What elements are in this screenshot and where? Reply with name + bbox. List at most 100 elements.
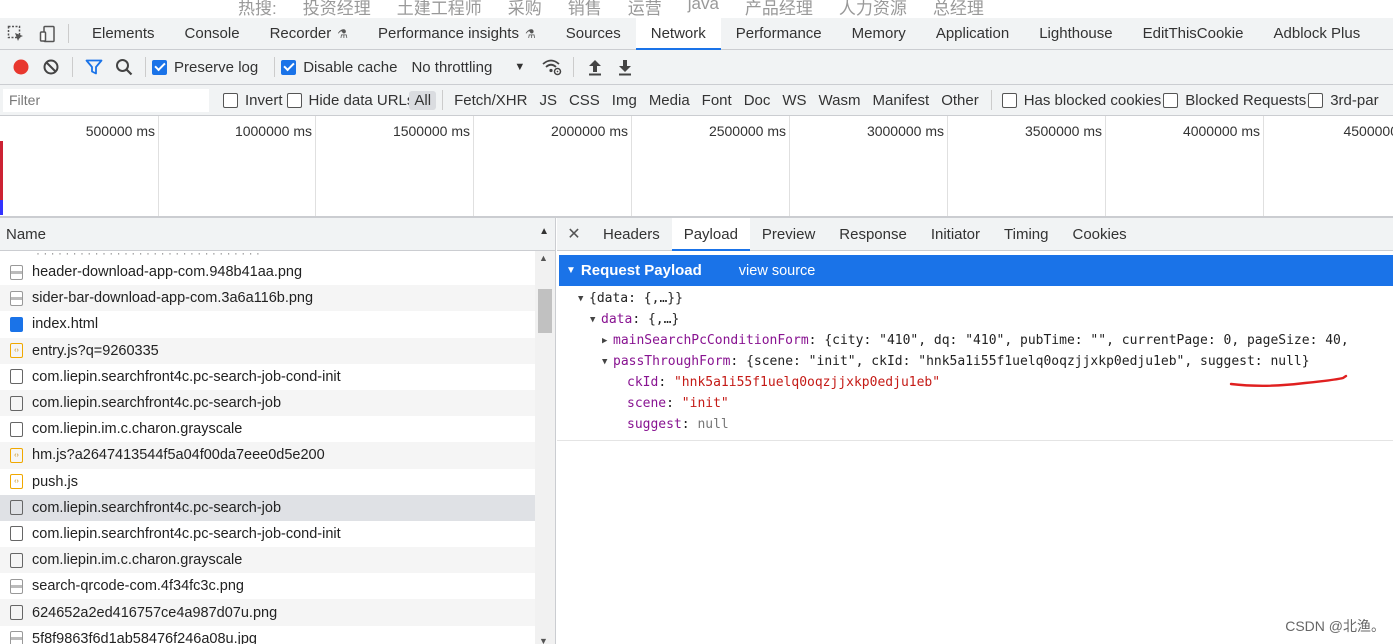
type-filter-img[interactable]: Img	[607, 91, 642, 110]
filter-toggle-button[interactable]	[79, 53, 109, 81]
request-name: hm.js?a2647413544f5a04f00da7eee0d5e200	[32, 447, 325, 464]
request-row[interactable]: ‹› push.js	[0, 468, 535, 495]
type-filter-font[interactable]: Font	[697, 91, 737, 110]
disable-cache-checkbox[interactable]: Disable cache	[281, 59, 397, 76]
record-button[interactable]	[6, 53, 36, 81]
type-filter-media[interactable]: Media	[644, 91, 695, 110]
type-filter-other[interactable]: Other	[936, 91, 984, 110]
preserve-log-checkbox[interactable]: Preserve log	[152, 59, 258, 76]
tree-suggest-row[interactable]: suggest: null	[557, 414, 1393, 435]
throttling-select[interactable]: No throttling ▼	[411, 59, 525, 76]
tab-label: Performance	[735, 25, 822, 42]
tab-adblock-plus[interactable]: Adblock Plus	[1259, 18, 1376, 49]
tab-console[interactable]: Console	[170, 18, 255, 49]
type-filter-all[interactable]: All	[409, 90, 437, 110]
request-row[interactable]: 5f8f9863f6d1ab58476f246a08u.jpg	[0, 625, 535, 644]
tab-memory[interactable]: Memory	[837, 18, 921, 49]
hot-search-item[interactable]: 销售	[568, 0, 602, 18]
tab-performance[interactable]: Performance	[721, 18, 837, 49]
blocked-requests-checkbox[interactable]: Blocked Requests	[1163, 92, 1306, 109]
tree-data-row[interactable]: ▼ data: {,…}	[557, 309, 1393, 330]
request-row[interactable]: header-download-app-com.948b41aa.png	[0, 259, 535, 286]
request-row[interactable]: com.liepin.searchfront4c.pc-search-job	[0, 494, 535, 521]
tab-application[interactable]: Application	[921, 18, 1024, 49]
scrollbar-thumb[interactable]	[538, 289, 552, 333]
third-party-checkbox[interactable]: 3rd-par	[1308, 92, 1379, 109]
request-row[interactable]: com.liepin.searchfront4c.pc-search-job	[0, 389, 535, 417]
request-payload-header[interactable]: ▼ Request Payload view source	[559, 255, 1393, 286]
tree-root-row[interactable]: ▼ {data: {,…}}	[557, 288, 1393, 309]
filter-input[interactable]	[3, 88, 209, 112]
type-filter-css[interactable]: CSS	[564, 91, 605, 110]
request-list-scrollbar[interactable]: ▲ ▼	[535, 251, 555, 644]
detail-tab-cookies[interactable]: Cookies	[1060, 218, 1138, 250]
detail-tab-preview[interactable]: Preview	[750, 218, 827, 250]
hot-search-item[interactable]: 人力资源	[839, 0, 907, 18]
detail-tab-initiator[interactable]: Initiator	[919, 218, 992, 250]
hot-search-item[interactable]: java	[688, 0, 719, 18]
type-filter-doc[interactable]: Doc	[739, 91, 776, 110]
tree-colon: :	[681, 417, 698, 432]
request-row[interactable]: index.html	[0, 311, 535, 338]
request-row[interactable]: 624652a2ed416757ce4a987d07u.png	[0, 599, 535, 626]
hot-search-item[interactable]: 土建工程师	[397, 0, 482, 18]
detail-tab-payload[interactable]: Payload	[671, 218, 751, 251]
tab-elements[interactable]: Elements	[77, 18, 170, 49]
detail-tab-response[interactable]: Response	[827, 218, 919, 250]
tab-label: Elements	[92, 25, 155, 42]
scroll-down-arrow-icon[interactable]: ▼	[539, 636, 548, 644]
network-overview-timeline[interactable]: 500000 ms 1000000 ms 1500000 ms 2000000 ms 2…	[0, 116, 1393, 218]
request-row[interactable]: com.liepin.searchfront4c.pc-search-job-c…	[0, 520, 535, 548]
tree-scene-row[interactable]: scene: "init"	[557, 393, 1393, 414]
hot-search-item[interactable]: 运营	[628, 0, 662, 18]
request-row[interactable]: ‹› hm.js?a2647413544f5a04f00da7eee0d5e200	[0, 442, 535, 469]
has-blocked-cookies-label: Has blocked cookies	[1023, 91, 1162, 109]
type-filter-wasm[interactable]: Wasm	[814, 91, 866, 110]
name-column-header[interactable]: Name ▲	[0, 218, 555, 251]
clear-button[interactable]	[36, 53, 66, 81]
tab-performance-insights[interactable]: Performance insights ⚗	[363, 18, 551, 49]
generic-file-icon	[10, 552, 23, 568]
request-row[interactable]: com.liepin.im.c.charon.grayscale	[0, 416, 535, 443]
request-name: com.liepin.searchfront4c.pc-search-job	[32, 395, 282, 412]
detail-tab-headers[interactable]: Headers	[591, 218, 672, 250]
hot-search-item[interactable]: 采购	[508, 0, 542, 18]
tree-ptf-summary: {scene: "init", ckId: "hnk5a1i55f1uelq0o…	[746, 354, 1310, 369]
tree-msf-row[interactable]: ▶ mainSearchPcConditionForm: {city: "410…	[557, 330, 1393, 351]
tab-sources[interactable]: Sources	[551, 18, 636, 49]
import-har-button[interactable]	[580, 53, 610, 81]
tab-network[interactable]: Network	[635, 18, 721, 50]
hot-search-item[interactable]: 总经理	[933, 0, 984, 18]
checkbox-checked-icon	[281, 59, 297, 75]
type-filter-fetch-xhr[interactable]: Fetch/XHR	[449, 91, 532, 110]
request-row[interactable]: sider-bar-download-app-com.3a6a116b.png	[0, 285, 535, 312]
request-row[interactable]: com.liepin.searchfront4c.pc-search-job-c…	[0, 363, 535, 390]
hot-search-item[interactable]: 产品经理	[745, 0, 813, 18]
export-har-button[interactable]	[610, 53, 640, 81]
detail-tab-timing[interactable]: Timing	[992, 218, 1060, 250]
request-row[interactable]: com.liepin.im.c.charon.grayscale	[0, 547, 535, 574]
tab-lighthouse[interactable]: Lighthouse	[1024, 18, 1127, 49]
type-filter-js[interactable]: JS	[534, 91, 562, 110]
tab-editthiscookie[interactable]: EditThisCookie	[1128, 18, 1259, 49]
network-conditions-button[interactable]	[537, 53, 567, 81]
hide-data-urls-checkbox[interactable]: Hide data URLs	[286, 92, 414, 109]
checkbox-unchecked-icon	[286, 92, 302, 108]
has-blocked-cookies-checkbox[interactable]: Has blocked cookies	[1001, 91, 1162, 109]
hot-search-items: 热搜: 投资经理 土建工程师 采购 销售 运营 java 产品经理 人力资源 总经理	[238, 0, 984, 18]
close-icon[interactable]: ✕	[557, 218, 591, 250]
device-toolbar-icon[interactable]	[32, 18, 64, 49]
scroll-up-arrow-icon[interactable]: ▲	[539, 253, 548, 263]
request-row[interactable]: search-qrcode-com.4f34fc3c.png	[0, 573, 535, 600]
invert-checkbox[interactable]: Invert	[223, 92, 283, 109]
tab-recorder[interactable]: Recorder ⚗	[255, 18, 363, 49]
hot-search-item[interactable]: 投资经理	[303, 0, 371, 18]
view-source-link[interactable]: view source	[739, 263, 816, 279]
type-filter-ws[interactable]: WS	[777, 91, 811, 110]
collapsed-triangle-icon: ▶	[602, 335, 608, 346]
timeline-gridline	[1263, 116, 1264, 216]
request-row[interactable]: ‹› entry.js?q=9260335	[0, 337, 535, 364]
inspect-element-icon[interactable]	[0, 18, 32, 49]
search-button[interactable]	[109, 53, 139, 81]
type-filter-manifest[interactable]: Manifest	[868, 91, 935, 110]
